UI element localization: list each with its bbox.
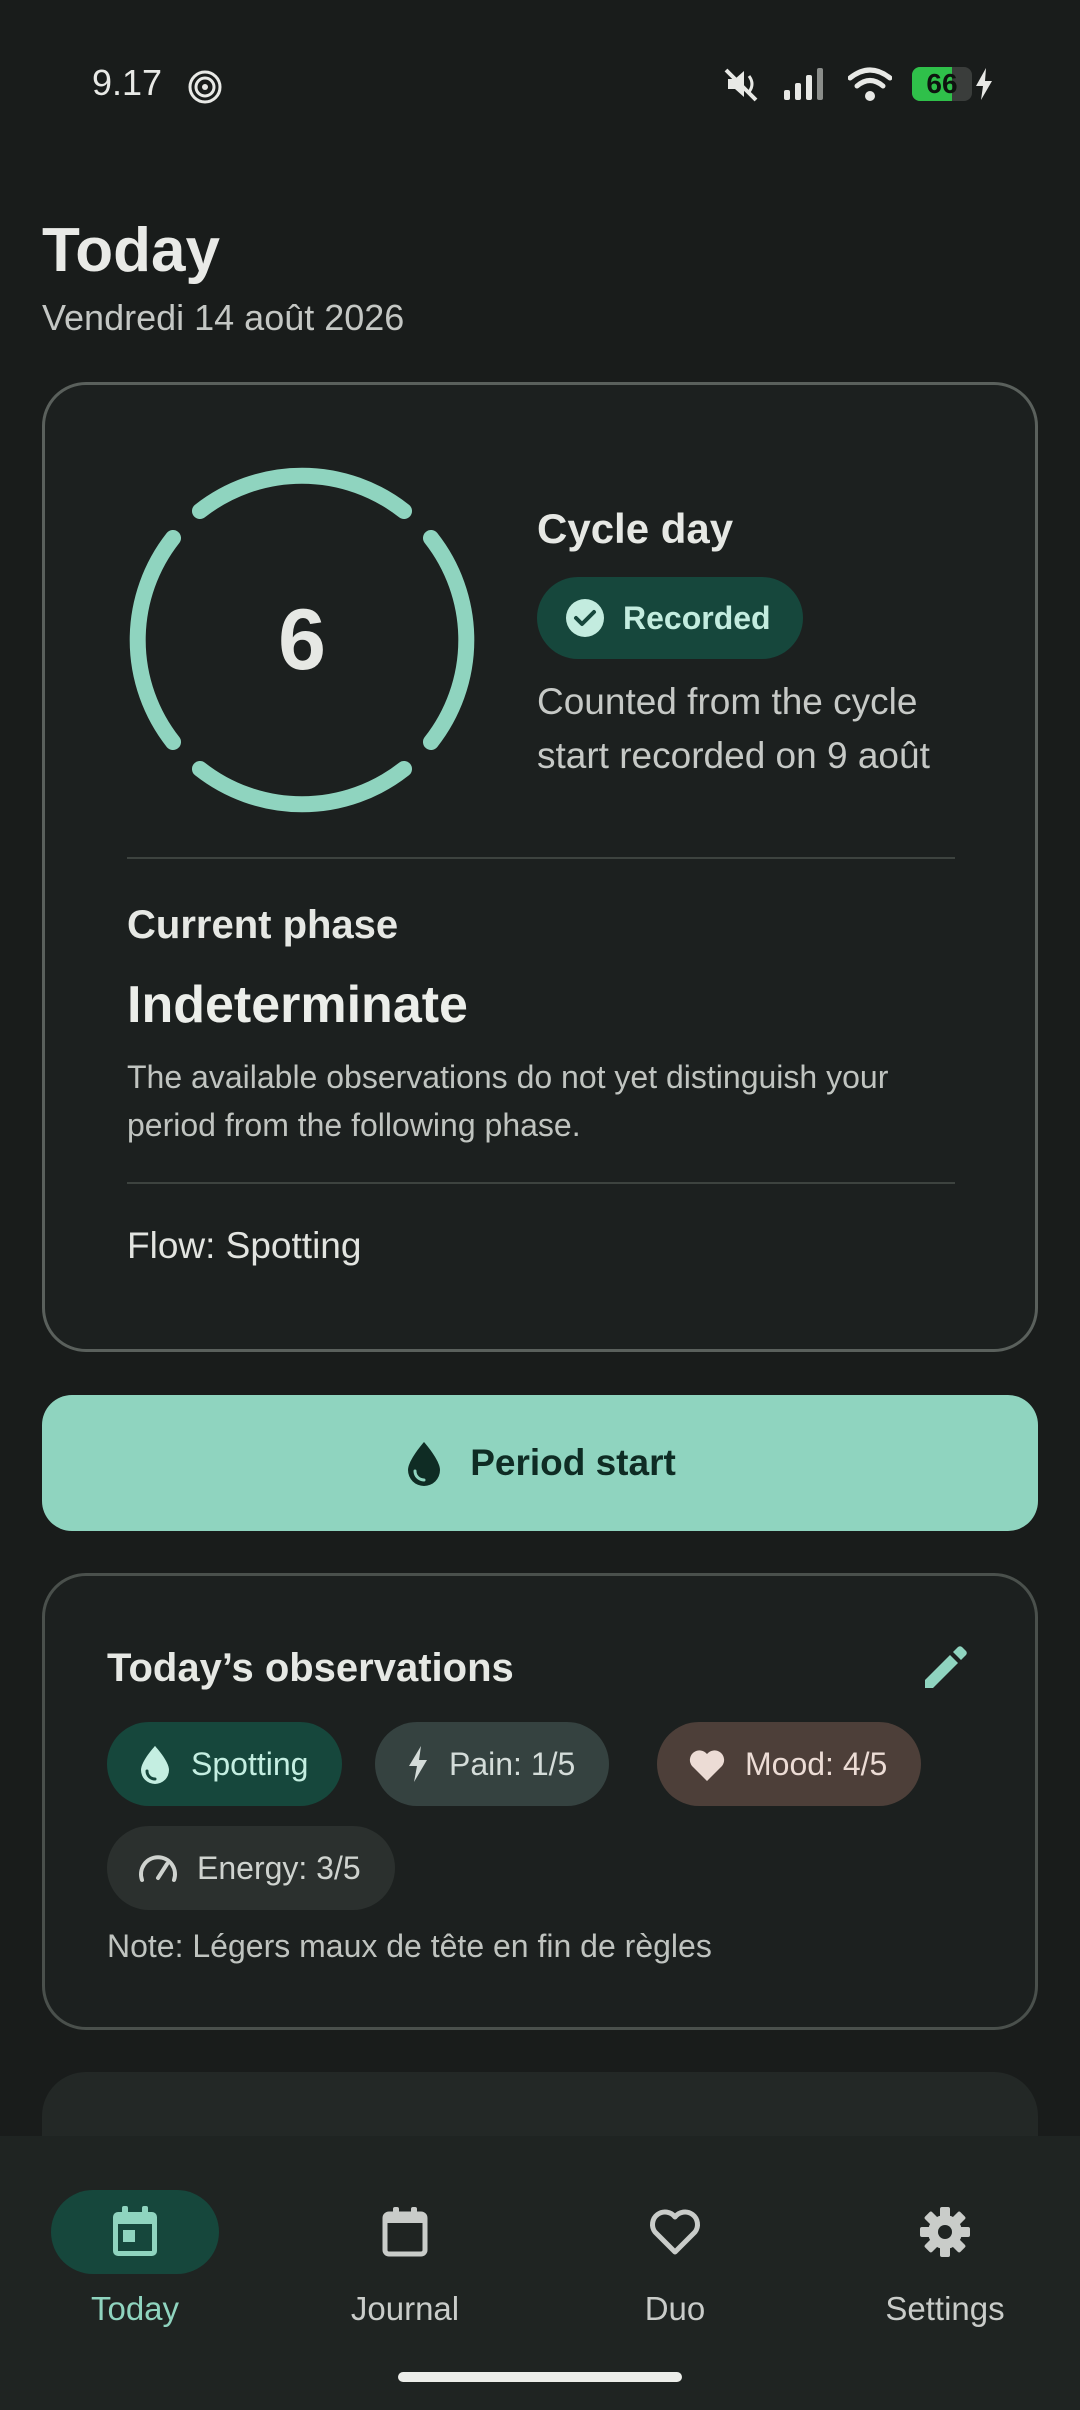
current-phase-value: Indeterminate — [127, 976, 468, 1034]
observation-chip-energy[interactable]: Energy: 3/5 — [107, 1826, 395, 1910]
gauge-icon — [139, 1855, 177, 1882]
chip-label: Mood: 4/5 — [745, 1745, 888, 1782]
nav-indicator — [861, 2190, 1029, 2274]
nav-label-journal: Journal — [350, 2290, 460, 2327]
signal-icon — [784, 68, 823, 100]
nav-label-duo: Duo — [644, 2290, 706, 2327]
chip-label: Pain: 1/5 — [449, 1745, 576, 1782]
chip-label: Energy: 3/5 — [197, 1849, 361, 1886]
flow-status: Flow: Spotting — [127, 1225, 362, 1266]
observations-title: Today’s observations — [107, 1646, 514, 1690]
pencil-icon[interactable] — [917, 1640, 973, 1696]
gps-icon — [188, 70, 222, 104]
nav-item-journal[interactable]: Journal — [270, 2162, 540, 2327]
battery-icon: 66 — [912, 67, 972, 101]
nav-indicator — [51, 2190, 219, 2274]
observation-note: Note: Légers maux de tête en fin de règl… — [107, 1928, 712, 1964]
observation-chip-pain[interactable]: Pain: 1/5 — [375, 1722, 610, 1806]
calendar-icon — [382, 2207, 428, 2257]
heart-outline-icon — [650, 2209, 700, 2255]
observation-chip-mood[interactable]: Mood: 4/5 — [657, 1722, 922, 1806]
divider — [127, 1182, 955, 1184]
status-icons: 66 — [722, 64, 994, 104]
period-start-label: Period start — [470, 1442, 676, 1483]
check-circle-icon — [566, 599, 604, 637]
bottom-navigation: Today Journal Duo Settings — [0, 2136, 1080, 2410]
phase-description: The available observations do not yet di… — [127, 1059, 889, 1143]
divider — [127, 857, 955, 859]
nav-label-today: Today — [90, 2290, 180, 2327]
wifi-icon — [848, 67, 892, 101]
drop-icon — [141, 1746, 169, 1784]
today-screen: 9.17 66 Today Vendredi 14 août 2026 6 Cy… — [0, 0, 1080, 2410]
heart-icon — [689, 1750, 725, 1781]
recorded-status-chip: Recorded — [537, 577, 803, 659]
mute-icon — [724, 68, 758, 102]
period-start-button[interactable]: Period start — [42, 1395, 1038, 1531]
recorded-chip-label: Recorded — [623, 599, 771, 636]
gear-icon — [920, 2207, 970, 2257]
calendar-today-icon — [113, 2206, 157, 2256]
charging-icon — [976, 68, 992, 100]
page-title: Today — [42, 216, 220, 285]
nav-item-settings[interactable]: Settings — [810, 2162, 1080, 2327]
cycle-day-card: 6 Cycle day Recorded Counted from the cy… — [42, 382, 1038, 1352]
nav-label-settings: Settings — [885, 2290, 1005, 2327]
home-indicator[interactable] — [398, 2372, 682, 2382]
lightning-icon — [409, 1746, 427, 1782]
observations-card[interactable]: Today’s observations Spotting Pain: 1/5 … — [42, 1573, 1038, 2030]
battery-level: 66 — [926, 68, 958, 99]
nav-item-today[interactable]: Today — [0, 2162, 270, 2327]
nav-indicator — [591, 2190, 759, 2274]
cycle-day-label: Cycle day — [537, 505, 734, 552]
observation-chip-spotting[interactable]: Spotting — [107, 1722, 343, 1806]
current-phase-label: Current phase — [127, 903, 399, 947]
cycle-day-number: 6 — [278, 591, 326, 688]
chip-label: Spotting — [191, 1745, 309, 1782]
drop-icon — [408, 1442, 441, 1486]
status-time: 9.17 — [92, 62, 163, 103]
nav-item-duo[interactable]: Duo — [540, 2162, 810, 2327]
cycle-start-description: Counted from the cycle start recorded on… — [537, 681, 930, 776]
nav-indicator — [321, 2190, 489, 2274]
current-date: Vendredi 14 août 2026 — [42, 297, 405, 338]
